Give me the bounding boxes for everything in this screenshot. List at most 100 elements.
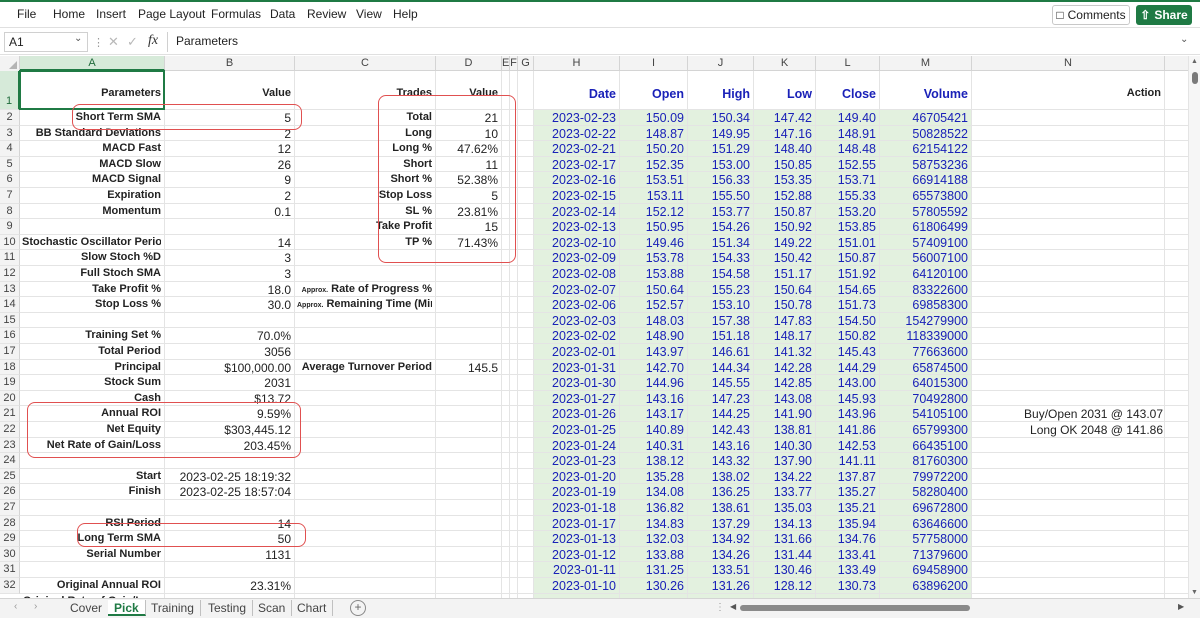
- row-header-21[interactable]: 21: [0, 406, 20, 422]
- row-header-14[interactable]: 14: [0, 297, 20, 313]
- menu-formulas[interactable]: Formulas: [211, 7, 261, 21]
- price-low: 141.90: [773, 407, 812, 422]
- row-header-12[interactable]: 12: [0, 266, 20, 282]
- column-header-l[interactable]: L: [816, 56, 880, 71]
- comments-button[interactable]: □ Comments: [1052, 5, 1130, 25]
- column-header-n[interactable]: N: [972, 56, 1165, 71]
- row-header-31[interactable]: 31: [0, 562, 20, 578]
- price-close: 137.87: [837, 469, 876, 484]
- price-close: 145.43: [837, 345, 876, 359]
- row-header-7[interactable]: 7: [0, 188, 20, 204]
- column-header-a[interactable]: A: [20, 56, 165, 71]
- cancel-icon[interactable]: ✕: [108, 34, 119, 50]
- horizontal-scroll-thumb[interactable]: [740, 605, 970, 611]
- price-low: 149.22: [773, 235, 812, 250]
- column-header-i[interactable]: I: [620, 56, 688, 71]
- row-header-4[interactable]: 4: [0, 141, 20, 157]
- row-header-1[interactable]: 1: [0, 71, 20, 110]
- row-header-32[interactable]: 32: [0, 578, 20, 594]
- price-high: 147.23: [711, 391, 750, 406]
- price-open: 140.31: [645, 438, 684, 453]
- menu-help[interactable]: Help: [393, 7, 418, 21]
- row-header-6[interactable]: 6: [0, 172, 20, 188]
- price-date: 2023-02-23: [552, 111, 616, 125]
- formula-input[interactable]: Parameters: [167, 32, 1187, 52]
- tab-cover[interactable]: Cover: [64, 600, 110, 616]
- row-header-26[interactable]: 26: [0, 484, 20, 500]
- menu-review[interactable]: Review: [307, 7, 346, 21]
- menu-page-layout[interactable]: Page Layout: [138, 7, 205, 21]
- menu-home[interactable]: Home: [53, 7, 85, 21]
- scroll-up-icon[interactable]: ▲: [1191, 58, 1198, 65]
- select-all-corner[interactable]: [0, 56, 20, 71]
- row-header-23[interactable]: 23: [0, 437, 20, 454]
- gridline: [1164, 71, 1165, 598]
- add-sheet-icon[interactable]: +: [350, 600, 366, 616]
- row-header-24[interactable]: 24: [0, 453, 20, 469]
- tab-training[interactable]: Training: [145, 600, 201, 616]
- scroll-left-icon[interactable]: ◀: [730, 602, 736, 611]
- vertical-scroll-thumb[interactable]: [1192, 72, 1198, 84]
- row-header-19[interactable]: 19: [0, 375, 20, 391]
- row-header-11[interactable]: 11: [0, 250, 20, 266]
- price-volume: 71379600: [912, 547, 968, 562]
- scroll-down-icon[interactable]: ▼: [1191, 589, 1198, 596]
- row-header-25[interactable]: 25: [0, 468, 20, 485]
- row-header-20[interactable]: 20: [0, 390, 20, 407]
- menu-data[interactable]: Data: [270, 7, 295, 21]
- row-header-28[interactable]: 28: [0, 515, 20, 532]
- price-volume: 79972200: [912, 469, 968, 484]
- chevron-down-icon[interactable]: ⌄: [74, 33, 82, 44]
- tab-testing[interactable]: Testing: [202, 600, 254, 616]
- worksheet-grid[interactable]: ABCDEFGHIJKLMN 1 2 3 4 5 6 7 8 9 10 11 12 13 14 15 16 17…: [0, 56, 1188, 598]
- column-header-m[interactable]: M: [880, 56, 972, 71]
- row-header-8[interactable]: 8: [0, 203, 20, 220]
- price-high: 149.95: [711, 126, 750, 141]
- row-header-9[interactable]: 9: [0, 219, 20, 235]
- row-header-2[interactable]: 2: [0, 110, 20, 126]
- share-button[interactable]: ⇧ Share: [1136, 5, 1192, 25]
- column-header-h[interactable]: H: [534, 56, 620, 71]
- price-date: 2023-01-24: [552, 438, 616, 453]
- price-open: 150.64: [645, 282, 684, 297]
- vertical-scrollbar[interactable]: ▲ ▼: [1188, 56, 1200, 598]
- tab-prev-icon[interactable]: ‹: [14, 601, 17, 612]
- row-header-17[interactable]: 17: [0, 344, 20, 360]
- tab-scan[interactable]: Scan: [252, 600, 293, 616]
- comments-label: Comments: [1067, 8, 1126, 22]
- row-header-18[interactable]: 18: [0, 359, 20, 376]
- price-date: 2023-01-11: [552, 563, 616, 578]
- row-header-10[interactable]: 10: [0, 234, 20, 251]
- scroll-right-icon[interactable]: ▶: [1178, 602, 1184, 611]
- price-close: 142.53: [837, 438, 876, 453]
- row-header-3[interactable]: 3: [0, 125, 20, 142]
- row-header-5[interactable]: 5: [0, 156, 20, 173]
- enter-icon[interactable]: ✓: [127, 34, 138, 50]
- row-header-29[interactable]: 29: [0, 531, 20, 547]
- price-high: 157.38: [711, 313, 750, 328]
- tab-next-icon[interactable]: ›: [34, 601, 37, 612]
- column-header-e[interactable]: E: [502, 56, 510, 71]
- column-header-f[interactable]: F: [510, 56, 518, 71]
- menu-file[interactable]: File: [17, 7, 36, 21]
- row-header-27[interactable]: 27: [0, 500, 20, 516]
- expand-formula-icon[interactable]: ⌄: [1180, 34, 1188, 45]
- row-header-30[interactable]: 30: [0, 546, 20, 563]
- menu-view[interactable]: View: [356, 7, 382, 21]
- row-header-22[interactable]: 22: [0, 422, 20, 438]
- insert-function-icon[interactable]: fx: [148, 33, 158, 49]
- column-header-b[interactable]: B: [165, 56, 295, 71]
- tab-chart[interactable]: Chart: [291, 600, 334, 616]
- column-header-j[interactable]: J: [688, 56, 754, 71]
- column-header-c[interactable]: C: [295, 56, 436, 71]
- row-header-16[interactable]: 16: [0, 328, 20, 344]
- tab-pick[interactable]: Pick: [108, 600, 146, 616]
- more-icon[interactable]: ⋮: [715, 602, 725, 613]
- approx-text: Remaining Time (Min.): [326, 298, 432, 311]
- row-header-13[interactable]: 13: [0, 281, 20, 298]
- column-header-g[interactable]: G: [518, 56, 534, 71]
- menu-insert[interactable]: Insert: [96, 7, 126, 21]
- column-header-k[interactable]: K: [754, 56, 816, 71]
- column-header-d[interactable]: D: [436, 56, 502, 71]
- row-header-15[interactable]: 15: [0, 312, 20, 329]
